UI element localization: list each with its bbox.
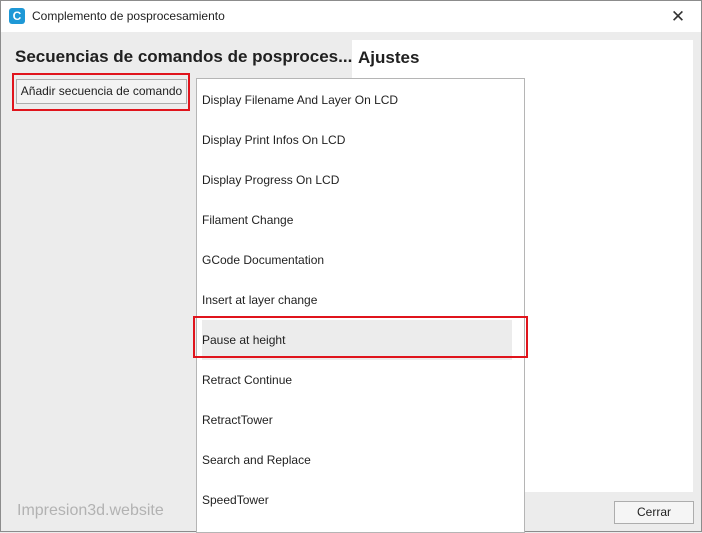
dropdown-item[interactable]: Retract Continue [202, 360, 512, 400]
dropdown-item[interactable]: GCode Documentation [202, 240, 512, 280]
dropdown-item[interactable]: Insert at layer change [202, 280, 512, 320]
settings-heading: Ajustes [358, 48, 420, 67]
watermark: Impresion3d.website [17, 502, 164, 519]
dialog-window: C Complemento de posprocesamiento ✕ Secu… [0, 0, 702, 533]
script-dropdown-menu: Display Filename And Layer On LCD Displa… [196, 78, 525, 533]
dropdown-item[interactable]: Search and Replace [202, 440, 512, 480]
title-bar: C Complemento de posprocesamiento ✕ [1, 1, 701, 32]
window-title: Complemento de posprocesamiento [32, 9, 225, 23]
cura-app-icon: C [9, 8, 25, 24]
dropdown-item[interactable]: Display Progress On LCD [202, 160, 512, 200]
dropdown-item[interactable]: Display Filename And Layer On LCD [202, 80, 512, 120]
close-icon[interactable]: ✕ [655, 1, 701, 32]
dropdown-item[interactable]: SpeedTower [202, 480, 512, 520]
scripts-heading: Secuencias de comandos de posproces... [15, 47, 353, 66]
dropdown-item[interactable]: Display Print Infos On LCD [202, 120, 512, 160]
close-dialog-button[interactable]: Cerrar [614, 501, 694, 524]
pause-item-highlight [193, 316, 528, 358]
dropdown-item[interactable]: Filament Change [202, 200, 512, 240]
add-script-button[interactable]: Añadir secuencia de comando [16, 79, 187, 104]
dropdown-item[interactable]: RetractTower [202, 400, 512, 440]
